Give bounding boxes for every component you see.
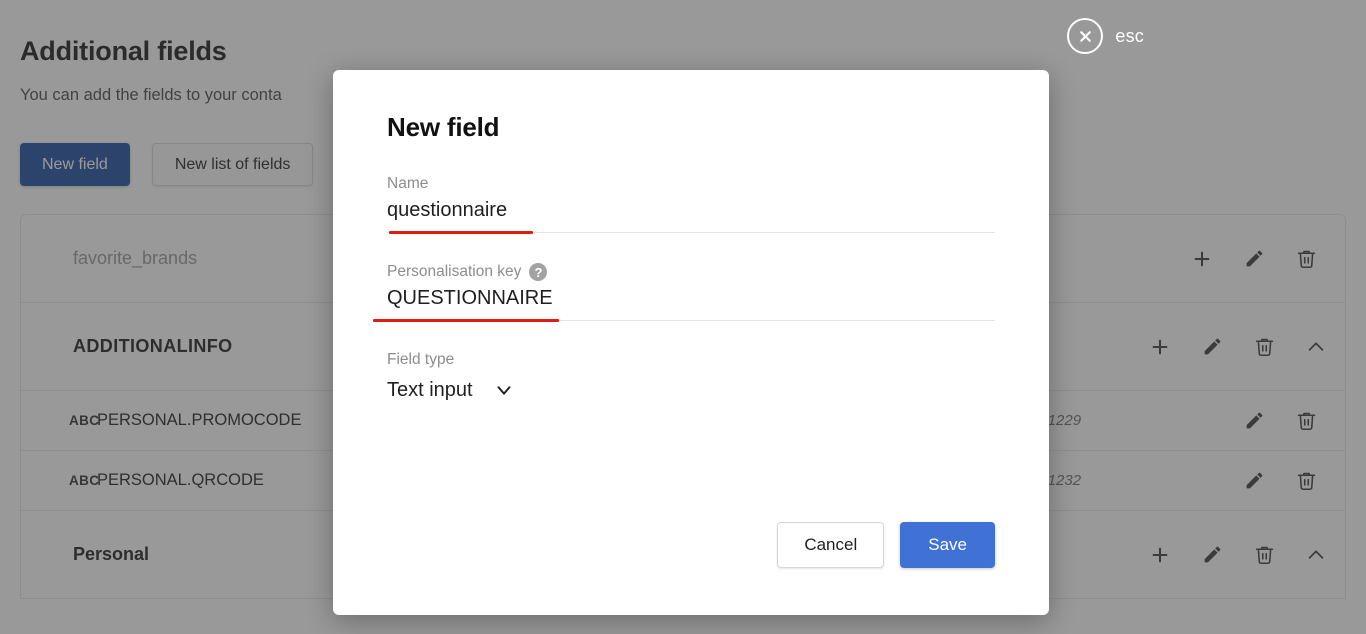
- dialog-actions: Cancel Save: [777, 522, 995, 568]
- chevron-down-icon[interactable]: [491, 377, 517, 403]
- esc-label: esc: [1115, 25, 1144, 46]
- personalisation-key-label-row: Personalisation key ?: [387, 263, 995, 281]
- field-type-value: Text input: [387, 378, 473, 401]
- dialog-title: New field: [387, 112, 500, 142]
- save-button[interactable]: Save: [900, 522, 995, 568]
- new-field-dialog: New field Name Personalisation key ? Fie…: [333, 70, 1049, 615]
- close-circle-icon[interactable]: [1067, 18, 1104, 54]
- screen: Additional fields You can add the fields…: [0, 0, 1366, 634]
- help-icon[interactable]: ?: [529, 263, 548, 281]
- personalisation-key-input[interactable]: [387, 287, 995, 321]
- personalisation-key-field-group: Personalisation key ?: [373, 263, 995, 322]
- field-type-select[interactable]: Text input: [387, 375, 995, 403]
- close-esc-button[interactable]: esc: [1067, 18, 1144, 54]
- field-type-group: Field type Text input: [387, 351, 995, 403]
- name-field-group: Name: [387, 175, 995, 234]
- personalisation-key-label: Personalisation key: [387, 263, 522, 280]
- spellcheck-underline: [389, 231, 533, 234]
- name-field-label: Name: [387, 175, 429, 192]
- spellcheck-underline: [373, 319, 559, 322]
- field-type-label: Field type: [387, 351, 455, 368]
- name-input[interactable]: [387, 199, 995, 233]
- cancel-button[interactable]: Cancel: [777, 522, 885, 568]
